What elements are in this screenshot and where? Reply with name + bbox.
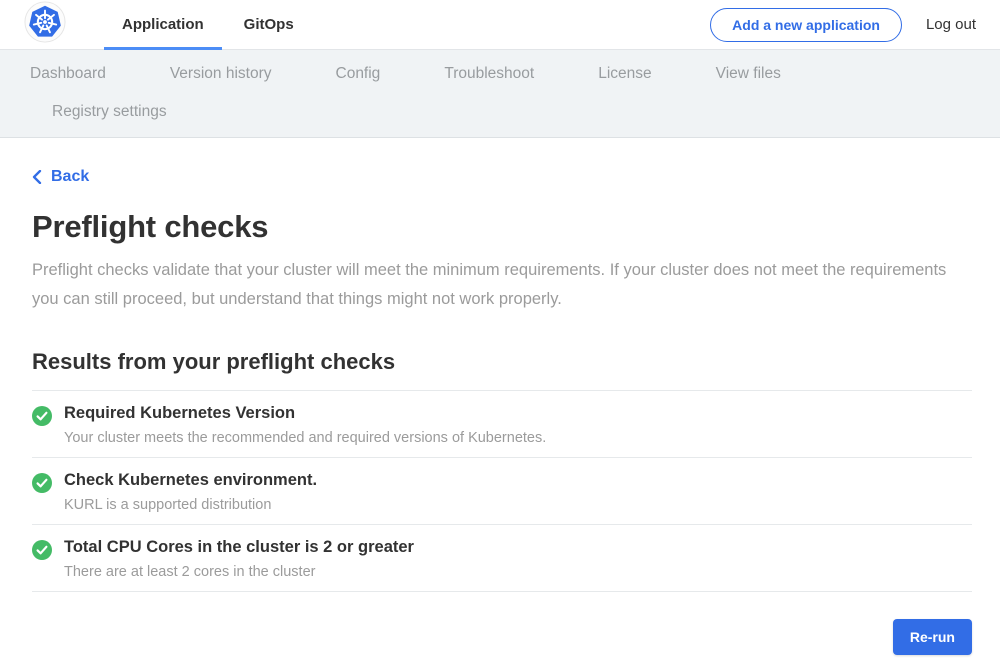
check-circle-icon: [32, 540, 52, 560]
subnav-item-version-history[interactable]: Version history: [170, 65, 272, 83]
preflight-check-row: Total CPU Cores in the cluster is 2 or g…: [32, 525, 972, 592]
subnav-row-2: Registry settings: [30, 103, 970, 121]
tab-gitops-label: GitOps: [244, 16, 294, 33]
tab-gitops[interactable]: GitOps: [224, 0, 314, 49]
subnav-row-1: Dashboard Version history Config Trouble…: [30, 65, 970, 83]
back-link[interactable]: Back: [32, 168, 89, 186]
check-content: Check Kubernetes environment. KURL is a …: [64, 471, 317, 513]
subnav-item-config[interactable]: Config: [336, 65, 381, 83]
kubernetes-logo-icon: [24, 1, 66, 48]
check-title: Check Kubernetes environment.: [64, 471, 317, 490]
preflight-page: Back Preflight checks Preflight checks v…: [0, 138, 1000, 655]
subnav-item-view-files[interactable]: View files: [716, 65, 781, 83]
check-title: Required Kubernetes Version: [64, 404, 546, 423]
footer-actions: Re-run: [32, 619, 972, 655]
tab-application[interactable]: Application: [102, 0, 224, 49]
top-nav-right: Add a new application Log out: [710, 0, 976, 49]
subnav-item-dashboard[interactable]: Dashboard: [30, 65, 106, 83]
rerun-button[interactable]: Re-run: [893, 619, 972, 655]
top-nav: Application GitOps Add a new application…: [0, 0, 1000, 50]
check-circle-icon: [32, 473, 52, 493]
results-heading: Results from your preflight checks: [32, 349, 972, 375]
logout-link[interactable]: Log out: [926, 16, 976, 33]
check-message: KURL is a supported distribution: [64, 497, 317, 513]
back-label: Back: [51, 168, 89, 186]
chevron-left-icon: [32, 170, 42, 184]
check-message: There are at least 2 cores in the cluste…: [64, 564, 414, 580]
check-title: Total CPU Cores in the cluster is 2 or g…: [64, 538, 414, 557]
preflight-check-row: Required Kubernetes Version Your cluster…: [32, 391, 972, 458]
subnav-item-registry-settings[interactable]: Registry settings: [52, 103, 167, 121]
tab-application-label: Application: [122, 16, 204, 33]
preflight-check-row: Check Kubernetes environment. KURL is a …: [32, 458, 972, 525]
check-message: Your cluster meets the recommended and r…: [64, 430, 546, 446]
add-new-application-button[interactable]: Add a new application: [710, 8, 902, 42]
primary-tabs: Application GitOps: [102, 0, 314, 49]
subnav-item-license[interactable]: License: [598, 65, 651, 83]
check-circle-icon: [32, 406, 52, 426]
subnav-item-troubleshoot[interactable]: Troubleshoot: [444, 65, 534, 83]
app-subnav: Dashboard Version history Config Trouble…: [0, 50, 1000, 138]
page-description: Preflight checks validate that your clus…: [32, 256, 947, 314]
check-content: Total CPU Cores in the cluster is 2 or g…: [64, 538, 414, 580]
check-content: Required Kubernetes Version Your cluster…: [64, 404, 546, 446]
page-title: Preflight checks: [32, 209, 972, 245]
app-logo[interactable]: [24, 0, 66, 49]
